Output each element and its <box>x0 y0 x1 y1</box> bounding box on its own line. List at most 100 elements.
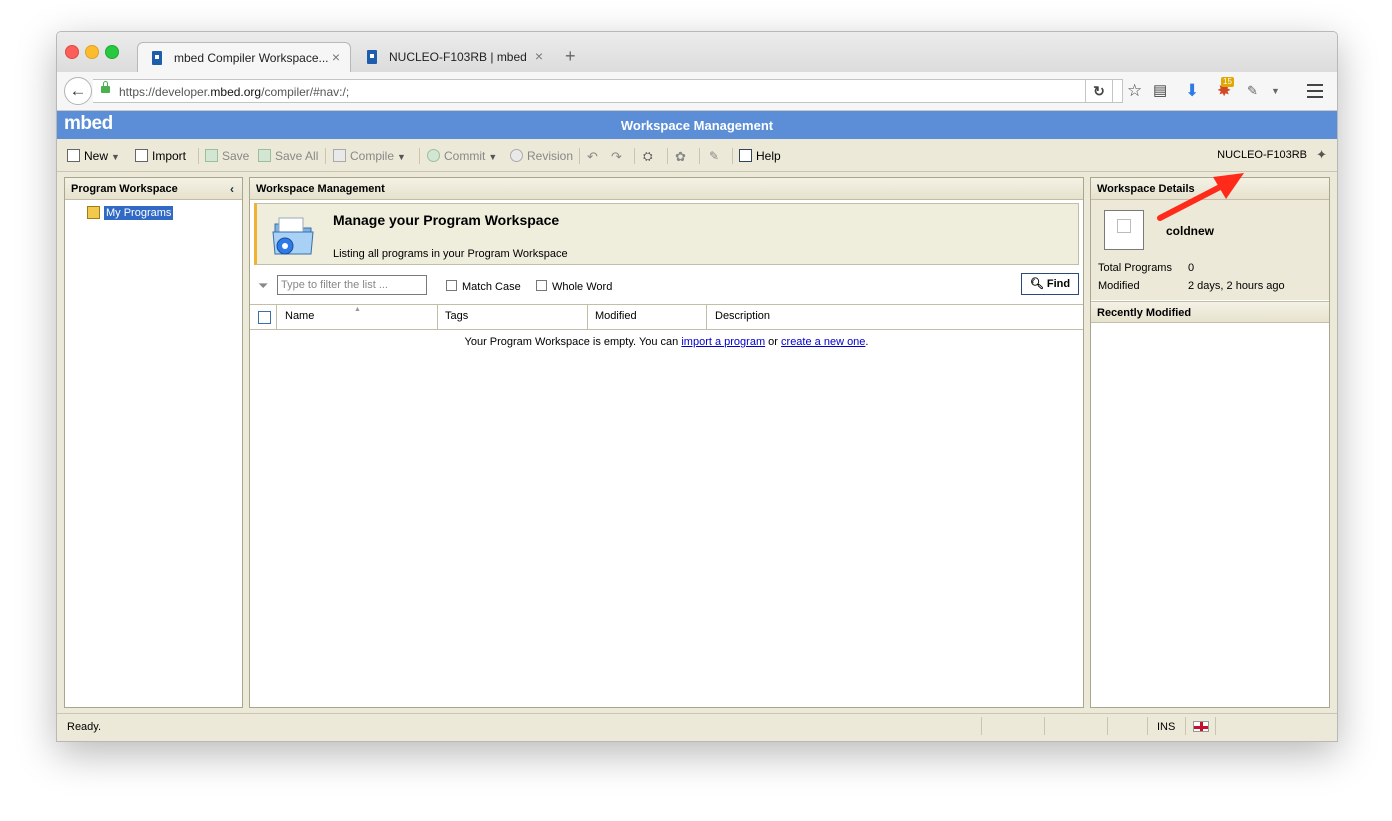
column-header-modified[interactable]: Modified <box>595 310 637 322</box>
zoom-window-button[interactable] <box>105 45 119 59</box>
annotation-arrow-icon <box>1157 173 1244 221</box>
insert-mode-indicator: INS <box>1157 721 1176 733</box>
address-bar[interactable]: https://developer.mbed.org/compiler/#nav… <box>93 79 1123 103</box>
toolbar: New ▼ Import Save Save All Compile ▼ Commi… <box>57 140 1337 172</box>
chevron-down-icon: ▼ <box>488 152 498 162</box>
status-separator <box>1107 717 1108 735</box>
tab-close-icon[interactable]: × <box>535 48 543 64</box>
reload-button[interactable]: ↻ <box>1085 79 1113 103</box>
toolbar-separator <box>699 148 700 164</box>
language-flag-icon[interactable] <box>1193 721 1209 732</box>
close-window-button[interactable] <box>65 45 79 59</box>
create-new-program-link[interactable]: create a new one <box>781 336 865 348</box>
total-programs-value: 0 <box>1188 262 1195 274</box>
avatar <box>1104 210 1144 250</box>
help-button[interactable]: Help <box>739 149 781 163</box>
filter-bar: ⏷ Match Case Whole Word 🔍︎ Find <box>250 270 1083 302</box>
undo-icon[interactable]: ↶ <box>587 149 598 165</box>
platform-settings-icon[interactable]: ✦ <box>1316 147 1327 163</box>
tab-mbed-compiler[interactable]: mbed Compiler Workspace... × <box>137 42 351 72</box>
app-title-bar: mbed Workspace Management <box>57 111 1337 139</box>
new-button[interactable]: New ▼ <box>67 149 120 163</box>
redo-icon[interactable]: ↷ <box>611 149 622 165</box>
new-tab-button[interactable]: + <box>565 46 576 67</box>
downloads-icon[interactable]: ⬇ <box>1185 81 1199 101</box>
bookmark-star-icon[interactable]: ☆ <box>1127 81 1142 101</box>
column-separator <box>276 305 277 329</box>
whole-word-checkbox[interactable]: Whole Word <box>536 280 612 293</box>
toolbar-separator <box>667 148 668 164</box>
menu-icon[interactable] <box>1307 84 1323 98</box>
banner-title: Manage your Program Workspace <box>333 212 560 228</box>
chevron-down-icon[interactable]: ▼ <box>1271 81 1280 101</box>
back-button[interactable]: ← <box>64 77 92 105</box>
format-code-icon[interactable]: ✿ <box>675 149 686 165</box>
tab-close-icon[interactable]: × <box>332 49 340 65</box>
save-all-button[interactable]: Save All <box>258 149 318 163</box>
tab-title: mbed Compiler Workspace... <box>174 51 329 65</box>
compile-icon <box>333 149 346 162</box>
select-all-checkbox[interactable] <box>258 311 271 324</box>
tab-title: NUCLEO-F103RB | mbed <box>389 50 527 64</box>
save-button[interactable]: Save <box>205 149 249 163</box>
search-icon: 🔍︎ <box>1029 278 1044 290</box>
column-header-tags[interactable]: Tags <box>445 310 468 322</box>
chevron-down-icon: ▼ <box>111 152 120 162</box>
programs-folder-icon <box>87 206 100 219</box>
checkbox[interactable] <box>446 280 457 291</box>
mbed-favicon-icon <box>367 50 377 64</box>
column-header-description[interactable]: Description <box>715 310 770 322</box>
panel-title: Workspace Management <box>256 183 385 195</box>
commit-button[interactable]: Commit ▼ <box>427 149 497 163</box>
toolbar-separator <box>634 148 635 164</box>
find-button[interactable]: 🔍︎ Find <box>1021 273 1079 295</box>
modified-label: Modified <box>1098 280 1140 292</box>
save-icon <box>205 149 218 162</box>
table-header: ▲ Name Tags Modified Description <box>250 304 1083 330</box>
workspace-banner: Manage your Program Workspace Listing al… <box>254 203 1079 265</box>
mbed-favicon-icon <box>152 51 162 65</box>
recently-modified-header: Recently Modified <box>1091 301 1329 323</box>
import-program-link[interactable]: import a program <box>681 336 765 348</box>
find-binoculars-icon[interactable]: ⛭ <box>643 149 653 164</box>
banner-subtitle: Listing all programs in your Program Wor… <box>333 248 568 260</box>
status-separator <box>1147 717 1148 735</box>
save-all-icon <box>258 149 271 162</box>
workspace-details-panel: Workspace Details coldnew Total Programs… <box>1090 177 1330 708</box>
minimize-window-button[interactable] <box>85 45 99 59</box>
toolbar-separator <box>732 148 733 164</box>
platform-selector[interactable]: NUCLEO-F103RB <box>1217 149 1307 161</box>
revision-button[interactable]: Revision <box>510 149 573 163</box>
commit-icon <box>427 149 440 162</box>
toolbar-separator <box>419 148 420 164</box>
column-separator <box>437 305 438 329</box>
extension-badge: 15 <box>1221 77 1234 87</box>
import-button[interactable]: Import <box>135 149 186 163</box>
compile-button[interactable]: Compile ▼ <box>333 149 406 163</box>
empty-workspace-message: Your Program Workspace is empty. You can… <box>464 336 869 348</box>
match-case-checkbox[interactable]: Match Case <box>446 280 521 293</box>
tab-nucleo[interactable]: NUCLEO-F103RB | mbed × <box>353 42 553 72</box>
url-text: https://developer.mbed.org/compiler/#nav… <box>119 85 350 99</box>
sort-ascending-icon: ▲ <box>354 306 361 313</box>
filter-input[interactable] <box>277 275 427 295</box>
new-file-icon <box>67 149 80 162</box>
filter-funnel-icon: ⏷ <box>258 278 269 293</box>
help-book-icon <box>739 149 752 162</box>
program-workspace-panel: Program Workspace ‹ My Programs <box>64 177 243 708</box>
chevron-down-icon: ▼ <box>397 152 406 162</box>
collapse-panel-icon[interactable]: ‹ <box>230 178 234 200</box>
toolbar-separator <box>325 148 326 164</box>
magic-wand-icon[interactable]: ✎ <box>709 149 719 163</box>
checkbox[interactable] <box>536 280 547 291</box>
revision-clock-icon <box>510 149 523 162</box>
modified-value: 2 days, 2 hours ago <box>1188 280 1285 292</box>
reading-list-icon[interactable]: ▤ <box>1153 81 1167 101</box>
tree-item-my-programs[interactable]: My Programs <box>87 206 174 220</box>
app-title: Workspace Management <box>620 118 774 133</box>
firebug-icon[interactable]: ✎ <box>1247 81 1258 101</box>
column-header-name[interactable]: Name <box>285 310 314 322</box>
workspace-management-panel: Workspace Management Manage your Program… <box>249 177 1084 708</box>
panel-title: Program Workspace <box>71 183 178 195</box>
import-icon <box>135 149 148 162</box>
